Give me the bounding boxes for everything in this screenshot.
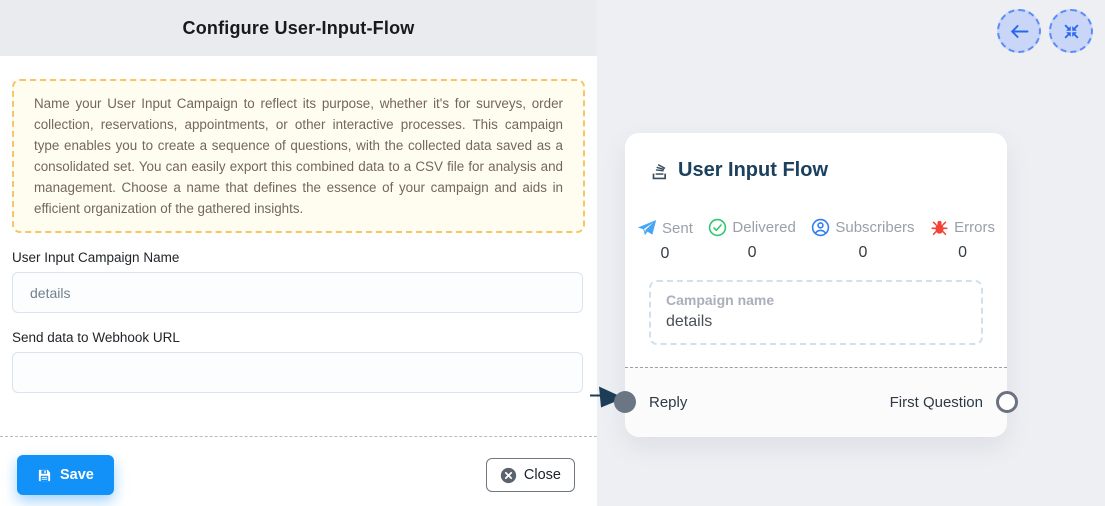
- campaign-name-input[interactable]: [12, 272, 583, 313]
- first-question-target-handle[interactable]: [996, 391, 1018, 413]
- campaign-info-note: Name your User Input Campaign to reflect…: [12, 79, 585, 233]
- stat-label: Errors: [954, 219, 995, 236]
- stat-label: Delivered: [732, 219, 795, 236]
- paper-plane-icon: [637, 218, 657, 238]
- close-button-label: Close: [524, 467, 561, 483]
- back-button[interactable]: [997, 9, 1041, 53]
- webhook-url-input[interactable]: [12, 352, 583, 393]
- user-circle-icon: [811, 218, 830, 237]
- footer-divider: [0, 436, 597, 437]
- stat-label: Subscribers: [835, 219, 914, 236]
- stat-value: 0: [660, 245, 669, 263]
- compress-icon: [1063, 23, 1080, 40]
- config-panel: Configure User-Input-Flow Name your User…: [0, 0, 597, 506]
- reply-source-handle[interactable]: [614, 391, 636, 413]
- node-title: User Input Flow: [678, 159, 828, 182]
- stat-delivered: Delivered 0: [708, 218, 795, 263]
- stat-value: 0: [748, 244, 757, 262]
- webhook-url-label: Send data to Webhook URL: [12, 330, 585, 345]
- node-stats: Sent 0 Delivered 0: [625, 218, 1007, 263]
- first-question-label: First Question: [890, 394, 983, 411]
- user-input-flow-node[interactable]: User Input Flow Sent 0: [625, 133, 1007, 437]
- fit-view-button[interactable]: [1049, 9, 1093, 53]
- node-title-row: User Input Flow: [625, 133, 1007, 182]
- stat-errors: Errors 0: [930, 218, 995, 263]
- save-button-label: Save: [60, 467, 94, 483]
- stack-icon: [649, 160, 670, 181]
- check-circle-icon: [708, 218, 727, 237]
- app-window: Configure User-Input-Flow Name your User…: [0, 0, 1105, 506]
- stat-value: 0: [859, 244, 868, 262]
- stat-label: Sent: [662, 220, 693, 237]
- campaign-name-display: Campaign name details: [649, 280, 983, 345]
- flow-canvas[interactable]: User Input Flow Sent 0: [597, 0, 1105, 506]
- floppy-disk-icon: [37, 468, 52, 483]
- close-button[interactable]: Close: [486, 458, 575, 492]
- x-circle-icon: [500, 467, 517, 484]
- config-panel-header: Configure User-Input-Flow: [0, 0, 597, 56]
- campaign-name-label: User Input Campaign Name: [12, 250, 585, 265]
- stat-subscribers: Subscribers 0: [811, 218, 914, 263]
- config-panel-footer: Save Close: [17, 455, 575, 495]
- arrow-left-icon: [1010, 24, 1029, 39]
- stat-value: 0: [958, 244, 967, 262]
- save-button[interactable]: Save: [17, 455, 114, 495]
- campaign-name-display-value: details: [666, 313, 966, 331]
- campaign-name-display-label: Campaign name: [666, 292, 966, 308]
- page-title: Configure User-Input-Flow: [183, 18, 415, 39]
- node-footer: Reply First Question: [625, 367, 1007, 437]
- stat-sent: Sent 0: [637, 218, 693, 263]
- bug-icon: [930, 218, 949, 237]
- reply-handle-label: Reply: [649, 394, 687, 411]
